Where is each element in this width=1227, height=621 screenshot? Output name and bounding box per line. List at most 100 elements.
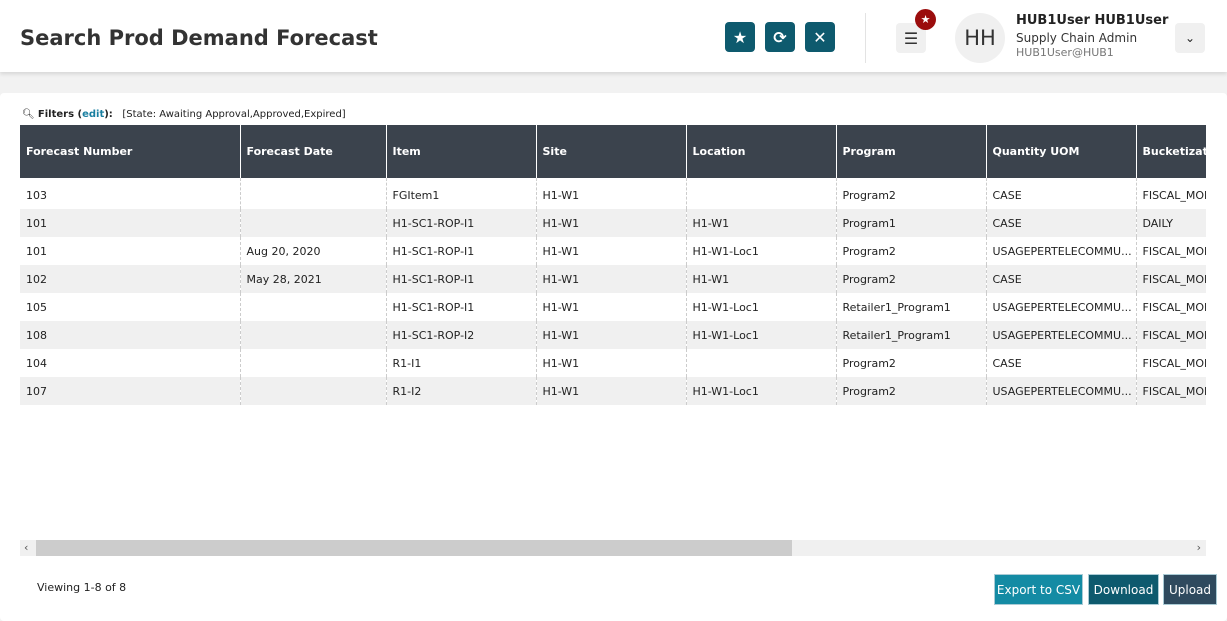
- table-cell: [686, 349, 837, 377]
- export-csv-button[interactable]: Export to CSV: [994, 574, 1083, 605]
- page-title: Search Prod Demand Forecast: [20, 26, 378, 50]
- chevron-down-icon: ⌄: [1184, 31, 1196, 45]
- table-cell: FISCAL_MONTH: [1136, 377, 1206, 405]
- table-cell: FISCAL_MONTH: [1136, 349, 1206, 377]
- divider: [865, 13, 866, 63]
- table-cell: [240, 321, 387, 349]
- table-row[interactable]: 104 R1-I1H1-W1 Program2CASEFISCAL_MONTH: [20, 349, 1206, 377]
- column-header[interactable]: Forecast Date: [240, 125, 387, 178]
- table-cell: CASE: [986, 265, 1137, 293]
- filters-bar: 🔍︎ Filters (edit): [State: Awaiting Appr…: [22, 109, 346, 120]
- table-cell: R1-I2: [386, 377, 537, 405]
- app-header: Search Prod Demand Forecast ★ ⟳ ✕ ☰ ★ HH…: [0, 0, 1227, 72]
- upload-button[interactable]: Upload: [1163, 574, 1217, 605]
- column-header[interactable]: Bucketization: [1136, 125, 1206, 178]
- table-cell: [240, 178, 387, 209]
- table-cell: May 28, 2021: [240, 265, 387, 293]
- user-name: HUB1User HUB1User: [1016, 13, 1169, 28]
- table-cell: H1-W1: [686, 265, 837, 293]
- table-cell: Program2: [836, 237, 987, 265]
- table-cell: FISCAL_MONTH: [1136, 321, 1206, 349]
- refresh-button[interactable]: ⟳: [765, 22, 795, 52]
- table-cell: [240, 349, 387, 377]
- table-row[interactable]: 102 May 28, 2021 H1-SC1-ROP-I1 H1-W1 H1-W1 Pr…: [20, 265, 1206, 293]
- table-cell: 108: [20, 321, 241, 349]
- table-cell: H1-W1: [536, 265, 687, 293]
- table-cell: FISCAL_MONTH: [1136, 265, 1206, 293]
- table-cell: 101: [20, 237, 241, 265]
- table-cell: Retailer1_Program1: [836, 293, 987, 321]
- column-header[interactable]: Forecast Number: [20, 125, 241, 178]
- favorites-badge[interactable]: ★: [915, 9, 936, 30]
- table-cell: USAGEPERTELECOMMU...: [986, 237, 1137, 265]
- horizontal-scrollbar[interactable]: ‹ ›: [20, 540, 1206, 556]
- table-cell: [240, 293, 387, 321]
- table-cell: Aug 20, 2020: [240, 237, 387, 265]
- edit-filters-link[interactable]: edit: [82, 109, 104, 120]
- close-icon: ✕: [813, 27, 827, 47]
- results-grid: Forecast Number Forecast Date Item Site Loca…: [20, 125, 1206, 535]
- table-cell: DAILY: [1136, 209, 1206, 237]
- table-row[interactable]: 101 Aug 20, 2020 H1-SC1-ROP-I1 H1-W1 H1-W1-L…: [20, 237, 1206, 265]
- table-cell: Retailer1_Program1: [836, 321, 987, 349]
- table-cell: 104: [20, 349, 241, 377]
- table-cell: CASE: [986, 178, 1137, 209]
- table-cell: 105: [20, 293, 241, 321]
- table-cell: CASE: [986, 209, 1137, 237]
- table-row[interactable]: 108 H1-SC1-ROP-I2 H1-W1 H1-W1-Loc1 Retailer1…: [20, 321, 1206, 349]
- table-row[interactable]: 103 FGItem1H1-W1 Program2CASEFISCAL_MONTH: [20, 178, 1206, 209]
- column-header[interactable]: Item: [386, 125, 537, 178]
- refresh-icon: ⟳: [773, 27, 787, 47]
- table-cell: Program1: [836, 209, 987, 237]
- filters-label: Filters (: [37, 109, 83, 120]
- table-row[interactable]: 107 R1-I2 H1-W1 H1-W1-Loc1 Program2 USAGEPERT…: [20, 377, 1206, 405]
- star-icon: ★: [732, 27, 748, 47]
- table-cell: CASE: [986, 349, 1137, 377]
- scrollbar-thumb[interactable]: [36, 540, 792, 556]
- table-cell: H1-W1-Loc1: [686, 321, 837, 349]
- table-cell: FISCAL_MONTH: [1136, 237, 1206, 265]
- table-cell: H1-SC1-ROP-I1: [386, 293, 537, 321]
- table-cell: H1-W1-Loc1: [686, 293, 837, 321]
- results-panel: 🔍︎ Filters (edit): [State: Awaiting Appr…: [0, 93, 1227, 621]
- table-cell: Program2: [836, 349, 987, 377]
- search-icon: 🔍︎: [22, 109, 35, 120]
- table-cell: H1-W1: [686, 209, 837, 237]
- scroll-right-icon[interactable]: ›: [1197, 540, 1201, 556]
- close-button[interactable]: ✕: [805, 22, 835, 52]
- table-cell: 107: [20, 377, 241, 405]
- column-header[interactable]: Location: [686, 125, 837, 178]
- table-cell: H1-W1: [536, 209, 687, 237]
- table-cell: R1-I1: [386, 349, 537, 377]
- table-cell: FGItem1: [386, 178, 537, 209]
- filters-suffix: ):: [104, 109, 113, 120]
- pagination-status: Viewing 1-8 of 8: [37, 581, 127, 594]
- column-header[interactable]: Program: [836, 125, 987, 178]
- table-cell: 101: [20, 209, 241, 237]
- table-cell: H1-W1: [536, 293, 687, 321]
- table-cell: H1-W1: [536, 237, 687, 265]
- table-cell: H1-W1: [536, 377, 687, 405]
- table-cell: Program2: [836, 377, 987, 405]
- favorite-button[interactable]: ★: [725, 22, 755, 52]
- table-cell: H1-SC1-ROP-I1: [386, 209, 537, 237]
- table-cell: H1-SC1-ROP-I2: [386, 321, 537, 349]
- table-row[interactable]: 105 H1-SC1-ROP-I1 H1-W1 H1-W1-Loc1 Retailer1…: [20, 293, 1206, 321]
- user-menu-button[interactable]: ⌄: [1175, 23, 1205, 53]
- star-icon: ★: [920, 13, 931, 26]
- filters-value: [State: Awaiting Approval,Approved,Expir…: [122, 109, 346, 120]
- table-cell: [240, 377, 387, 405]
- table-cell: USAGEPERTELECOMMU...: [986, 377, 1137, 405]
- scroll-left-icon[interactable]: ‹: [24, 540, 28, 556]
- user-email: HUB1User@HUB1: [1016, 46, 1114, 59]
- table-cell: USAGEPERTELECOMMU...: [986, 321, 1137, 349]
- hamburger-icon: ☰: [903, 28, 919, 48]
- column-header[interactable]: Quantity UOM: [986, 125, 1137, 178]
- table-cell: 103: [20, 178, 241, 209]
- table-cell: H1-W1-Loc1: [686, 237, 837, 265]
- avatar: HH: [955, 13, 1005, 63]
- table-row[interactable]: 101 H1-SC1-ROP-I1 H1-W1 H1-W1 Program1 CASE DA…: [20, 209, 1206, 237]
- column-header[interactable]: Site: [536, 125, 687, 178]
- table-cell: FISCAL_MONTH: [1136, 293, 1206, 321]
- download-button[interactable]: Download: [1088, 574, 1159, 605]
